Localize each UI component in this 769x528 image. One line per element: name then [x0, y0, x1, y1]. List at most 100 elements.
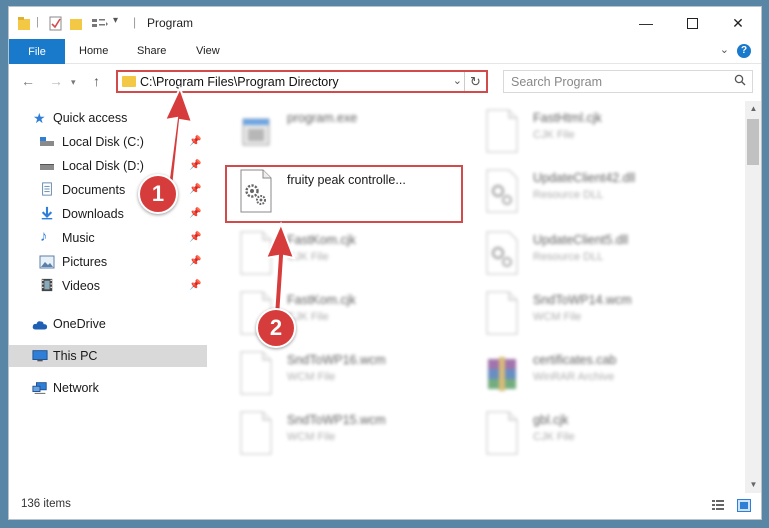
separator-icon: |: [36, 16, 39, 28]
sidebar-item-this-pc[interactable]: This PC: [9, 345, 207, 367]
tab-home[interactable]: Home: [79, 45, 108, 57]
chevron-down-icon[interactable]: ⌄: [453, 74, 462, 87]
file-item[interactable]: UpdateClient42.dll Resource DLL: [477, 165, 707, 221]
target-file-highlight: [225, 165, 463, 223]
new-folder-icon[interactable]: [69, 15, 83, 33]
sidebar-label: Local Disk (C:): [62, 135, 144, 149]
search-icon: [734, 74, 746, 86]
folder-icon: [122, 76, 136, 87]
sidebar-item-music[interactable]: ♪ Music 📌: [9, 227, 207, 249]
scroll-up-icon[interactable]: ▲: [745, 101, 761, 117]
window-title: Program: [147, 16, 194, 30]
up-arrow-icon[interactable]: ↑: [93, 73, 100, 89]
sidebar-item-downloads[interactable]: Downloads 📌: [9, 203, 207, 225]
drive-icon: [40, 164, 54, 170]
file-name: FastHtml.cjk: [533, 111, 602, 125]
expand-ribbon-icon[interactable]: ⌄: [720, 43, 729, 56]
file-item[interactable]: SndToWP14.wcm WCM File: [477, 287, 707, 343]
view-options-icon[interactable]: [91, 15, 109, 33]
music-icon: ♪: [40, 228, 48, 245]
dll-file-gear-icon: [486, 231, 518, 275]
scroll-down-icon[interactable]: ▼: [745, 477, 761, 493]
document-file-icon: [486, 411, 518, 455]
sidebar-item-onedrive[interactable]: OneDrive: [9, 313, 207, 335]
close-icon: ✕: [732, 14, 744, 31]
explorer-window: | ▾ | Program — ✕ File Home Share View ⌄…: [8, 6, 762, 520]
sidebar-label: Music: [62, 231, 95, 245]
file-item[interactable]: SndToWP15.wcm WCM File: [231, 407, 461, 463]
tab-view[interactable]: View: [196, 45, 220, 57]
file-name: certificates.cab: [533, 353, 617, 367]
search-input[interactable]: Search Program: [511, 75, 602, 89]
folder-icon: [18, 17, 30, 30]
document-file-icon: [486, 291, 518, 335]
minimize-icon: —: [639, 15, 653, 31]
file-type: Resource DLL: [533, 251, 604, 263]
vertical-scrollbar[interactable]: ▲ ▼: [745, 101, 761, 493]
sidebar-label: Videos: [62, 279, 100, 293]
file-type: CJK File: [533, 129, 575, 141]
maximize-button[interactable]: [669, 7, 715, 39]
document-file-icon: [486, 109, 518, 153]
properties-icon[interactable]: [49, 15, 63, 33]
file-type: CJK File: [533, 431, 575, 443]
scrollbar-thumb[interactable]: [747, 119, 759, 165]
sidebar-label: OneDrive: [53, 317, 106, 331]
file-type: WCM File: [287, 371, 336, 383]
exe-file-icon: [242, 118, 270, 146]
drive-icon: [40, 137, 54, 146]
customize-toolbar-icon[interactable]: ▾: [113, 15, 118, 33]
refresh-icon[interactable]: ↻: [464, 72, 486, 91]
archive-file-icon: [488, 357, 516, 391]
sidebar-label: Local Disk (D:): [62, 159, 144, 173]
sidebar-label: Downloads: [62, 207, 124, 221]
file-item[interactable]: UpdateClient5.dll Resource DLL: [477, 227, 707, 283]
pin-icon[interactable]: 📌: [189, 208, 201, 219]
recent-locations-icon[interactable]: ▾: [71, 77, 76, 88]
help-icon[interactable]: ?: [737, 44, 751, 58]
downloads-icon: [41, 206, 53, 220]
sidebar-label: This PC: [53, 349, 98, 363]
pin-icon[interactable]: 📌: [189, 256, 201, 267]
item-count: 136 items: [21, 498, 71, 510]
large-icons-view-icon[interactable]: [737, 499, 751, 512]
step-badge-1: 1: [138, 174, 178, 214]
sidebar-item-videos[interactable]: Videos 📌: [9, 275, 207, 297]
file-type: Resource DLL: [533, 189, 604, 201]
pin-icon[interactable]: 📌: [189, 232, 201, 243]
minimize-button[interactable]: —: [623, 7, 669, 39]
computer-icon: [32, 350, 48, 362]
file-item[interactable]: certificates.cab WinRAR Archive: [477, 347, 707, 403]
file-item[interactable]: program.exe: [231, 105, 461, 161]
search-box[interactable]: Search Program: [503, 70, 753, 93]
annotation-arrow-2: [264, 221, 296, 317]
forward-arrow-icon[interactable]: →: [49, 73, 63, 89]
details-view-icon[interactable]: [711, 499, 725, 512]
file-name: SndToWP14.wcm: [533, 293, 632, 307]
file-name: gbl.cjk: [533, 413, 569, 427]
document-file-icon: [240, 411, 272, 455]
tab-file[interactable]: File: [9, 39, 65, 64]
file-item[interactable]: gbl.cjk CJK File: [477, 407, 707, 463]
close-button[interactable]: ✕: [715, 7, 761, 39]
file-item[interactable]: FastHtml.cjk CJK File: [477, 105, 707, 161]
status-bar: 136 items: [9, 493, 761, 519]
cloud-icon: [32, 321, 48, 330]
sidebar-item-network[interactable]: Network: [9, 377, 207, 399]
sidebar-label: Network: [53, 381, 99, 395]
sidebar-label: Quick access: [53, 111, 128, 125]
file-name: UpdateClient5.dll: [533, 233, 629, 247]
separator-icon: |: [133, 15, 137, 29]
pictures-icon: [39, 255, 55, 269]
pin-icon[interactable]: 📌: [189, 280, 201, 291]
file-type: WCM File: [533, 311, 582, 323]
sidebar-item-pictures[interactable]: Pictures 📌: [9, 251, 207, 273]
file-item[interactable]: SndToWP16.wcm WCM File: [231, 347, 461, 403]
maximize-icon: [686, 17, 698, 29]
ribbon-tabs: File Home Share View ⌄ ?: [9, 39, 761, 64]
back-arrow-icon[interactable]: ←: [21, 73, 35, 89]
file-name: UpdateClient42.dll: [533, 171, 636, 185]
tab-share[interactable]: Share: [137, 45, 166, 57]
file-type: WCM File: [287, 431, 336, 443]
videos-icon: [41, 278, 53, 292]
